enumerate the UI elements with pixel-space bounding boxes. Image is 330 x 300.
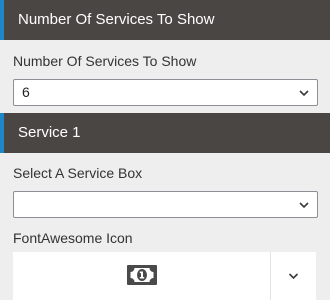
services-count-section-header[interactable]: Number Of Services To Show [0, 0, 330, 40]
services-count-select[interactable]: 6 [13, 79, 318, 106]
service-box-select[interactable] [13, 191, 318, 218]
services-count-label: Number Of Services To Show [13, 53, 197, 69]
services-count-selected-value: 6 [22, 84, 30, 100]
services-count-header-title: Number Of Services To Show [18, 11, 215, 28]
fontawesome-icon-label: FontAwesome Icon [13, 230, 133, 246]
chevron-down-icon [288, 273, 299, 280]
service-1-header-title: Service 1 [18, 124, 81, 141]
service-box-label: Select A Service Box [13, 165, 143, 181]
chevron-down-icon [299, 202, 309, 209]
chevron-down-icon [299, 90, 309, 97]
icon-dropdown-toggle[interactable] [271, 252, 316, 300]
service-1-section-header[interactable]: Service 1 [0, 113, 330, 153]
fontawesome-icon-picker[interactable] [13, 252, 316, 300]
money-bill-icon [127, 265, 157, 285]
icon-preview[interactable] [13, 252, 270, 300]
